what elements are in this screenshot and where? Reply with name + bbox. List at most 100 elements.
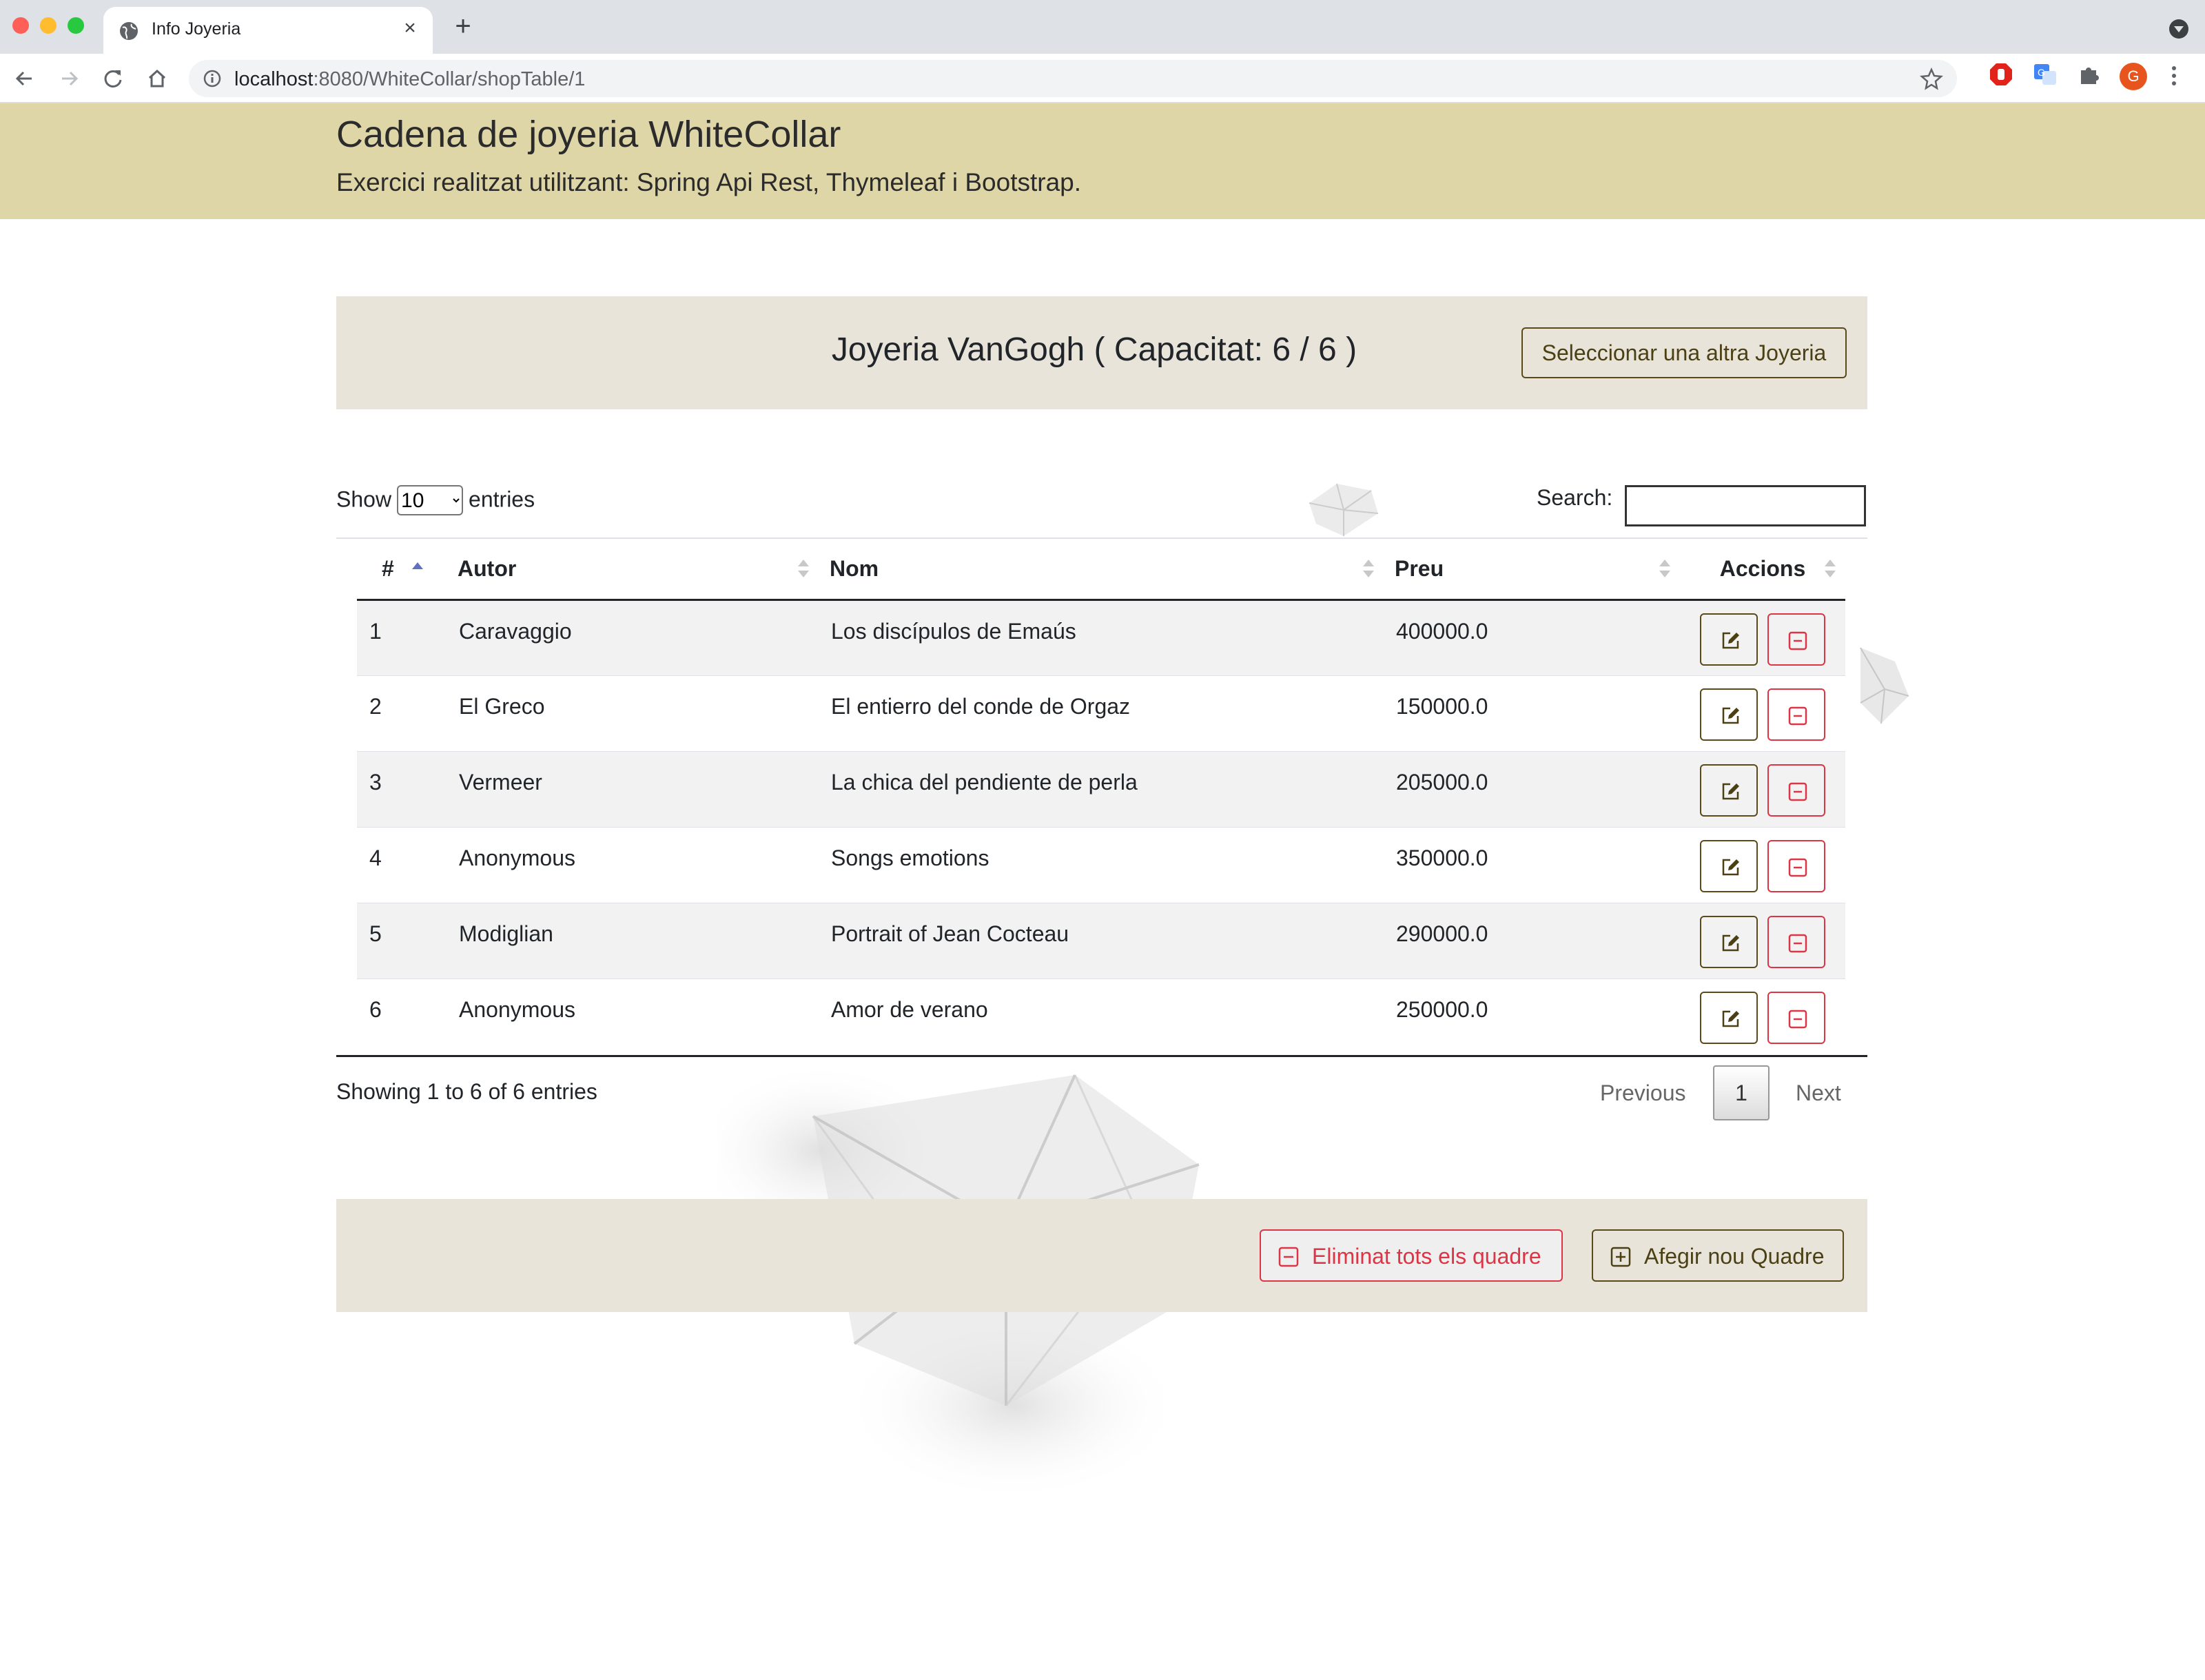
edit-painting-button[interactable] xyxy=(1699,764,1758,817)
edit-painting-button[interactable] xyxy=(1699,688,1758,741)
browser-toolbar: localhost:8080/WhiteCollar/shopTable/1 G xyxy=(0,54,2205,103)
cell-number: 2 xyxy=(357,675,447,751)
minimize-window-button[interactable] xyxy=(40,17,57,34)
edit-painting-button[interactable] xyxy=(1699,613,1758,666)
pagination-next-button[interactable]: Next xyxy=(1796,1080,1841,1106)
cell-actions xyxy=(1680,978,1845,1054)
add-painting-button[interactable]: Afegir nou Quadre xyxy=(1592,1229,1844,1282)
edit-painting-button[interactable] xyxy=(1699,839,1758,892)
minus-square-icon xyxy=(1789,706,1807,725)
adblock-extension-icon[interactable] xyxy=(1989,62,2013,87)
cell-number: 4 xyxy=(357,826,447,903)
close-window-button[interactable] xyxy=(12,17,29,34)
delete-all-paintings-button[interactable]: Eliminat tots els quadre xyxy=(1260,1229,1563,1282)
delete-painting-button[interactable] xyxy=(1767,613,1826,666)
browser-tab-bar: Info Joyeria × + xyxy=(0,0,2205,54)
delete-painting-button[interactable] xyxy=(1767,915,1826,968)
table-info-text: Showing 1 to 6 of 6 entries xyxy=(336,1079,597,1104)
table-row: 6 Anonymous Amor de verano 250000.0 xyxy=(357,978,1845,1054)
add-painting-label: Afegir nou Quadre xyxy=(1644,1244,1825,1269)
minus-square-icon xyxy=(1789,1010,1807,1028)
cell-preu: 205000.0 xyxy=(1384,750,1680,827)
small-diamond-watermark xyxy=(1309,483,1379,536)
tab-close-icon[interactable]: × xyxy=(398,17,422,40)
table-row: 2 El Greco El entierro del conde de Orga… xyxy=(357,675,1845,751)
cell-autor: Caravaggio xyxy=(447,599,819,675)
delete-painting-button[interactable] xyxy=(1767,764,1826,817)
sort-icon xyxy=(798,560,809,580)
column-header-accions[interactable]: Accions xyxy=(1680,539,1845,601)
edit-icon xyxy=(1722,934,1739,951)
edit-painting-button[interactable] xyxy=(1699,915,1758,968)
translate-extension-icon[interactable]: G xyxy=(2033,62,2058,87)
cell-number: 1 xyxy=(357,599,447,675)
minus-square-icon xyxy=(1789,934,1807,952)
browser-menu-icon[interactable] xyxy=(2171,66,2177,88)
entries-length-select[interactable]: 10 xyxy=(397,485,464,515)
search-input[interactable] xyxy=(1625,485,1866,526)
column-header-number[interactable]: # xyxy=(357,539,447,601)
extensions-puzzle-icon[interactable] xyxy=(2077,62,2102,87)
tab-title: Info Joyeria xyxy=(152,19,241,39)
new-tab-icon[interactable]: + xyxy=(449,12,477,40)
pagination-previous-button[interactable]: Previous xyxy=(1600,1080,1686,1106)
delete-painting-button[interactable] xyxy=(1767,991,1826,1044)
minus-square-icon xyxy=(1278,1247,1299,1267)
cell-actions xyxy=(1680,826,1845,903)
table-row: 4 Anonymous Songs emotions 350000.0 xyxy=(357,826,1845,903)
cell-actions xyxy=(1680,750,1845,827)
url-host: localhost xyxy=(234,68,314,90)
minus-square-icon xyxy=(1789,631,1807,650)
cell-actions xyxy=(1680,902,1845,979)
sort-icon xyxy=(1825,560,1836,580)
cell-number: 3 xyxy=(357,750,447,827)
column-header-autor[interactable]: Autor xyxy=(447,539,819,601)
tab-search-icon[interactable] xyxy=(2169,19,2188,39)
cell-actions xyxy=(1680,675,1845,751)
cell-nom: Amor de verano xyxy=(819,978,1384,1054)
cell-number: 5 xyxy=(357,902,447,979)
sort-icon xyxy=(1363,560,1374,580)
table-body: 1 Caravaggio Los discípulos de Emaús 400… xyxy=(357,599,1845,1054)
maximize-window-button[interactable] xyxy=(68,17,84,34)
cell-nom: Portrait of Jean Cocteau xyxy=(819,902,1384,979)
delete-painting-button[interactable] xyxy=(1767,839,1826,892)
home-icon[interactable] xyxy=(142,63,172,94)
column-header-preu[interactable]: Preu xyxy=(1384,539,1680,601)
browser-tab[interactable]: Info Joyeria × xyxy=(103,7,433,54)
reload-icon[interactable] xyxy=(98,63,128,94)
address-bar[interactable]: localhost:8080/WhiteCollar/shopTable/1 xyxy=(189,60,1957,97)
minus-square-icon xyxy=(1789,858,1807,877)
page-header: Cadena de joyeria WhiteCollar Exercici r… xyxy=(0,103,2205,219)
column-header-nom[interactable]: Nom xyxy=(819,539,1384,601)
side-diamond-watermark xyxy=(1860,647,1909,724)
edit-icon xyxy=(1722,1010,1739,1027)
column-header-label: Nom xyxy=(830,555,879,581)
url-text[interactable]: localhost:8080/WhiteCollar/shopTable/1 xyxy=(234,68,585,91)
cell-actions xyxy=(1680,599,1845,675)
forward-icon[interactable] xyxy=(54,63,84,94)
sort-ascending-icon xyxy=(412,560,423,580)
edit-painting-button[interactable] xyxy=(1699,991,1758,1044)
delete-painting-button[interactable] xyxy=(1767,688,1826,741)
sort-icon xyxy=(1659,560,1670,580)
cell-nom: La chica del pendiente de perla xyxy=(819,750,1384,827)
show-label: Show xyxy=(336,486,392,512)
select-other-shop-button[interactable]: Seleccionar una altra Joyeria xyxy=(1521,327,1847,378)
delete-all-label: Eliminat tots els quadre xyxy=(1312,1244,1541,1269)
profile-avatar[interactable]: G xyxy=(2120,63,2147,90)
edit-icon xyxy=(1722,707,1739,724)
shop-card: Joyeria VanGogh ( Capacitat: 6 / 6 ) Sel… xyxy=(336,296,1867,409)
column-header-label: Autor xyxy=(458,555,517,581)
edit-icon xyxy=(1722,859,1739,875)
cell-preu: 150000.0 xyxy=(1384,675,1680,751)
entries-length-control: Show 10 entries xyxy=(336,485,535,515)
minus-square-icon xyxy=(1789,782,1807,801)
bookmark-star-icon[interactable] xyxy=(1920,67,1943,90)
site-subtitle: Exercici realitzat utilitzant: Spring Ap… xyxy=(336,168,1082,196)
pagination-page-button[interactable]: 1 xyxy=(1713,1065,1770,1120)
back-icon[interactable] xyxy=(10,63,40,94)
info-icon[interactable] xyxy=(203,69,222,88)
search-label: Search: xyxy=(1537,485,1613,510)
globe-icon xyxy=(120,22,138,40)
